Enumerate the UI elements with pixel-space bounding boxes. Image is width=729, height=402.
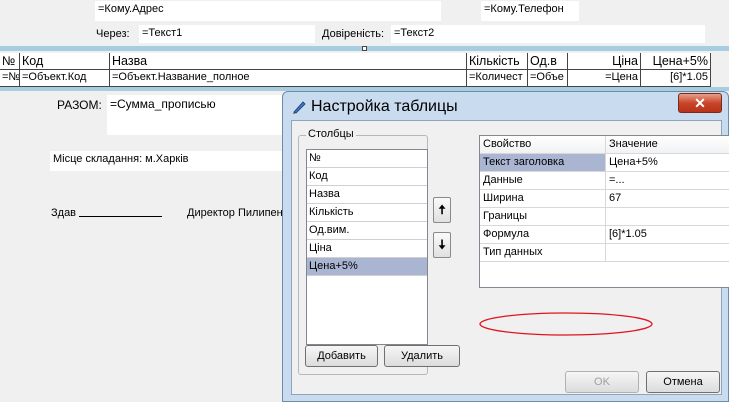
signature-line	[79, 216, 162, 217]
property-value[interactable]: =...	[606, 172, 729, 189]
close-button[interactable]: ✕	[678, 93, 722, 113]
property-row[interactable]: Границы	[480, 208, 729, 226]
column-list-item[interactable]: №	[307, 150, 427, 168]
header-cell-qty[interactable]: Кількість	[467, 53, 528, 70]
row-cell-name[interactable]: =Объект.Название_полное	[110, 70, 467, 87]
resize-handle[interactable]	[362, 46, 367, 51]
dialog-title: Настройка таблицы	[311, 98, 458, 115]
value-header: Значение	[606, 136, 729, 153]
columns-list[interactable]: № Код Назва Кількість Од.вим. Ціна Цена+5%	[306, 149, 428, 345]
phone-field[interactable]: =Кому.Телефон	[481, 1, 579, 21]
place-field[interactable]: Місце складання: м.Харків	[50, 151, 286, 171]
header-cell-price[interactable]: Ціна	[568, 53, 641, 70]
header-cell-code[interactable]: Код	[20, 53, 110, 70]
pencil-icon	[293, 101, 306, 114]
column-list-item[interactable]: Код	[307, 168, 427, 186]
move-up-button[interactable]: 🠅	[433, 197, 451, 223]
properties-header: Свойство Значение	[480, 136, 729, 154]
property-value[interactable]	[606, 244, 729, 261]
table-settings-dialog: Настройка таблицы ✕ Столбцы № Код Назва Кіл…	[282, 91, 729, 402]
property-name: Формула	[480, 226, 606, 243]
header-cell-name[interactable]: Назва	[110, 53, 467, 70]
add-button[interactable]: Добавить	[305, 345, 378, 367]
column-list-item[interactable]: Ціна	[307, 240, 427, 258]
property-row[interactable]: Данные =...	[480, 172, 729, 190]
row-cell-price5[interactable]: [6]*1.05	[641, 70, 711, 87]
column-list-item[interactable]: Од.вим.	[307, 222, 427, 240]
report-table[interactable]: № Код Назва Кількість Од.в Ціна Цена+5% …	[0, 53, 729, 87]
ok-button[interactable]: OK	[565, 371, 639, 393]
row-cell-qty[interactable]: =Количест	[467, 70, 528, 87]
property-row[interactable]: Формула [6]*1.05	[480, 226, 729, 244]
property-name: Данные	[480, 172, 606, 189]
director-label: Директор Пилипен	[187, 207, 283, 219]
column-list-item[interactable]: Кількість	[307, 204, 427, 222]
via-label: Через:	[96, 28, 130, 40]
header-cell-unit[interactable]: Од.в	[528, 53, 568, 70]
property-name: Границы	[480, 208, 606, 225]
row-cell-num[interactable]: =№	[0, 70, 20, 87]
header-cell-num[interactable]: №	[0, 53, 20, 70]
row-cell-code[interactable]: =Объект.Код	[20, 70, 110, 87]
total-label: РАЗОМ:	[57, 98, 102, 112]
property-row[interactable]: Тип данных	[480, 244, 729, 262]
row-cell-price[interactable]: =Цена	[568, 70, 641, 87]
property-name: Ширина	[480, 190, 606, 207]
property-value[interactable]: Цена+5%	[606, 154, 729, 171]
property-name: Текст заголовка	[480, 154, 606, 171]
dialog-body: Столбцы № Код Назва Кількість Од.вим. Ціна Цен…	[291, 120, 729, 395]
property-value[interactable]: 67	[606, 190, 729, 207]
delete-button[interactable]: Удалить	[384, 345, 460, 367]
header-cell-price5[interactable]: Цена+5%	[641, 53, 711, 70]
property-header: Свойство	[480, 136, 606, 153]
proxy-field[interactable]: =Текст2	[391, 25, 705, 43]
move-down-button[interactable]: 🠇	[433, 232, 451, 258]
property-row[interactable]: Текст заголовка Цена+5%	[480, 154, 729, 172]
via-field[interactable]: =Текст1	[139, 25, 315, 43]
row-cell-unit[interactable]: =Объе	[528, 70, 568, 87]
property-value[interactable]	[606, 208, 729, 225]
total-field[interactable]: =Сумма_прописью	[107, 95, 287, 135]
property-row[interactable]: Ширина 67	[480, 190, 729, 208]
property-value[interactable]: [6]*1.05	[606, 226, 729, 243]
proxy-label: Довіреність:	[322, 28, 385, 40]
properties-grid[interactable]: Свойство Значение Текст заголовка Цена+5%…	[479, 135, 729, 288]
formula-highlight-ellipse	[479, 312, 653, 336]
cancel-button[interactable]: Отмена	[646, 371, 720, 393]
handed-label: Здав	[51, 207, 77, 219]
property-name: Тип данных	[480, 244, 606, 261]
address-field[interactable]: =Кому.Адрес	[95, 1, 441, 21]
column-list-item[interactable]: Назва	[307, 186, 427, 204]
columns-group-title: Столбцы	[306, 128, 356, 140]
column-list-item[interactable]: Цена+5%	[307, 258, 427, 276]
